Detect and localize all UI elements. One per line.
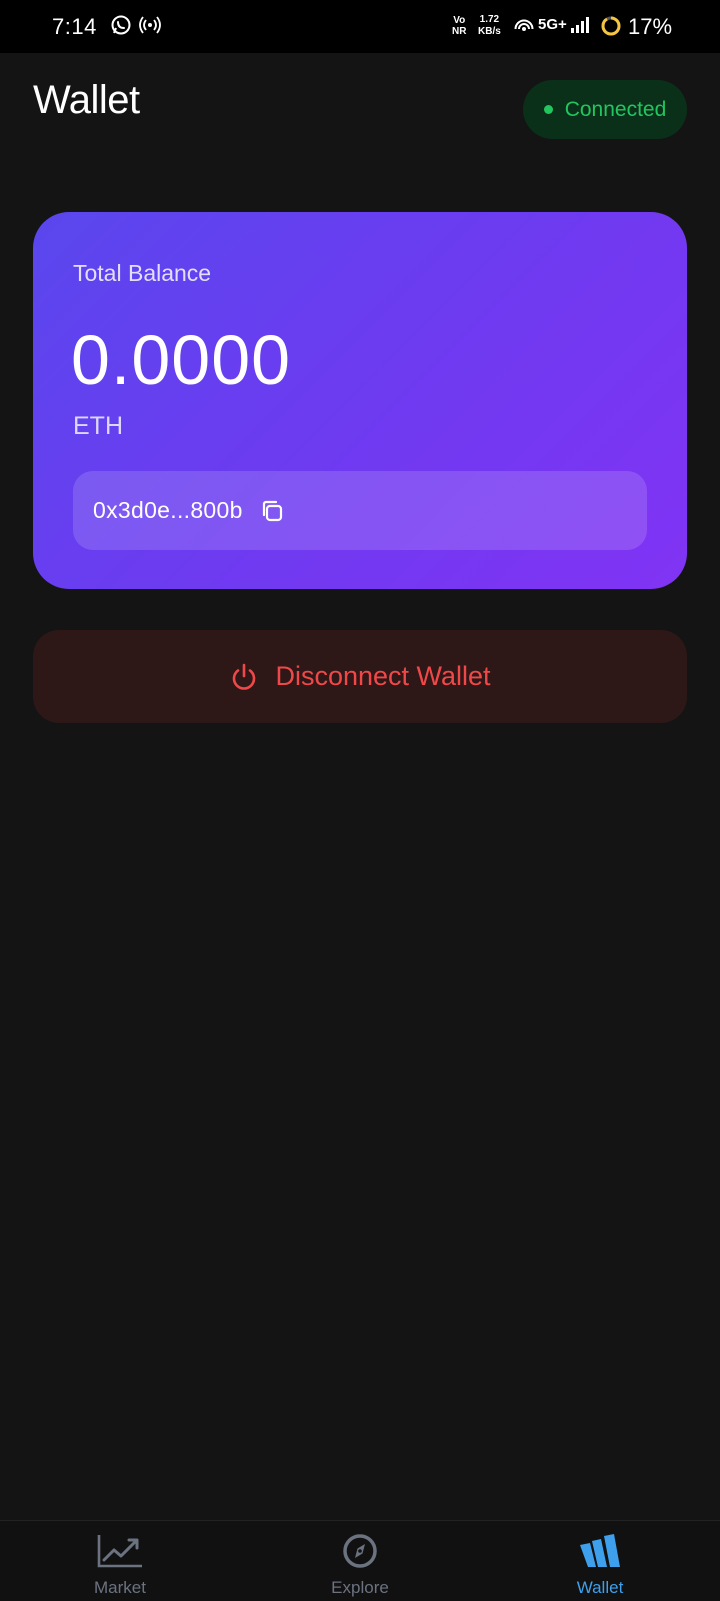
whatsapp-icon <box>110 14 132 41</box>
wallet-logo-icon <box>578 1533 622 1574</box>
network-speed: 1.72 KB/s <box>478 14 501 37</box>
nav-label-explore: Explore <box>331 1578 389 1597</box>
connection-status-text: Connected <box>564 97 667 121</box>
disconnect-label: Disconnect Wallet <box>275 661 491 691</box>
status-dot-icon <box>543 105 553 114</box>
balance-unit: ETH <box>73 412 123 440</box>
broadcast-icon <box>138 14 162 41</box>
nav-item-wallet[interactable]: Wallet <box>480 1521 720 1601</box>
hotspot-icon <box>514 16 534 39</box>
status-time: 7:14 <box>52 14 97 39</box>
battery-percent: 17% <box>628 14 673 39</box>
vonr-indicator: Vo NR <box>452 15 467 37</box>
balance-label: Total Balance <box>73 260 212 286</box>
connection-status-badge: Connected <box>523 80 687 139</box>
network-type: 5G+ <box>538 16 567 33</box>
power-icon <box>229 662 259 692</box>
copy-icon[interactable] <box>259 498 285 524</box>
signal-bars-icon <box>570 16 590 39</box>
wallet-address-box[interactable]: 0x3d0e...800b <box>73 471 647 550</box>
chart-trend-icon <box>96 1533 144 1574</box>
status-bar: 7:14 Vo NR 1.72 KB/s 5G+ 17% <box>0 0 720 53</box>
nav-item-explore[interactable]: Explore <box>240 1521 480 1601</box>
nav-label-market: Market <box>94 1578 146 1597</box>
balance-amount: 0.0000 <box>71 321 292 399</box>
compass-icon <box>342 1533 378 1574</box>
battery-ring-icon <box>600 15 622 42</box>
page-title: Wallet <box>33 78 140 122</box>
wallet-address: 0x3d0e...800b <box>93 497 243 523</box>
bottom-nav: Market Explore Wallet <box>0 1520 720 1601</box>
balance-card: Total Balance 0.0000 ETH 0x3d0e...800b <box>33 212 687 589</box>
nav-item-market[interactable]: Market <box>0 1521 240 1601</box>
nav-label-wallet: Wallet <box>576 1578 624 1597</box>
disconnect-wallet-button[interactable]: Disconnect Wallet <box>33 630 687 723</box>
